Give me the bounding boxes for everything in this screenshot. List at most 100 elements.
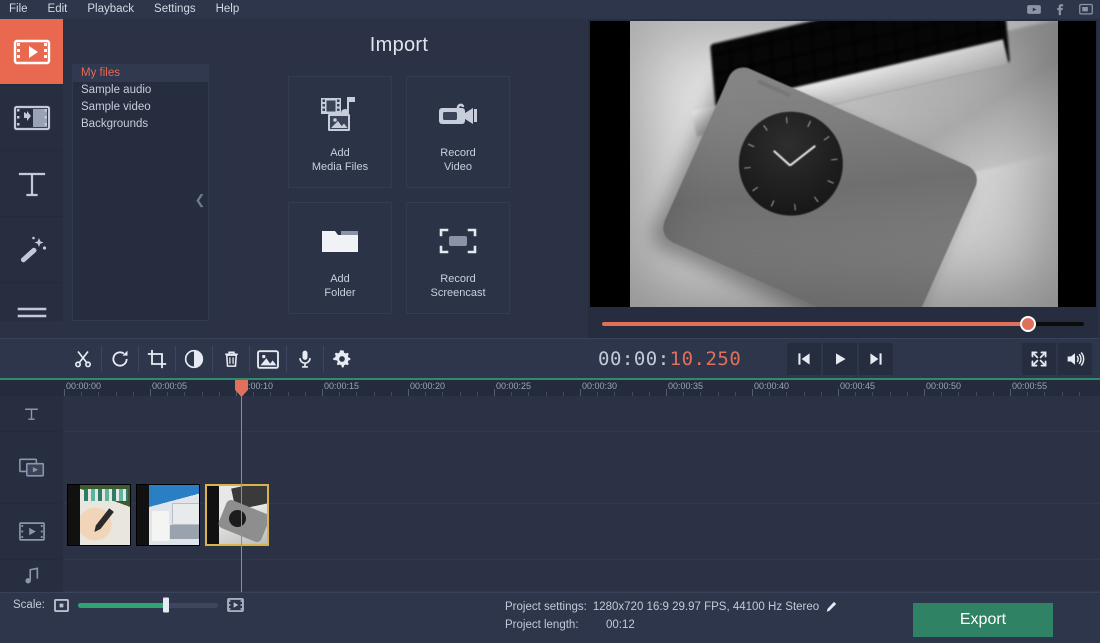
- ruler-label: 00:00:30: [582, 381, 617, 391]
- add-media-files-label: AddMedia Files: [312, 146, 368, 174]
- youtube-icon[interactable]: [1026, 2, 1042, 17]
- add-media-files-icon: [318, 90, 362, 140]
- clip-thumbnail: [149, 485, 199, 545]
- ruler-major-tick: [924, 389, 925, 396]
- zoom-out-frame-icon[interactable]: [54, 599, 69, 612]
- social-links: [1026, 2, 1094, 17]
- play-button[interactable]: [823, 343, 857, 375]
- preview-seek-bar[interactable]: [588, 309, 1098, 338]
- ruler-label: 00:00:15: [324, 381, 359, 391]
- preview-canvas[interactable]: [590, 21, 1096, 307]
- sidebar-item-titles[interactable]: [0, 151, 63, 217]
- project-length-label: Project length:: [505, 616, 600, 634]
- ruler-label: 00:00:40: [754, 381, 789, 391]
- filters-wand-icon: [15, 233, 49, 267]
- file-item-my-files[interactable]: My files: [73, 65, 208, 82]
- track-header-audio[interactable]: [0, 560, 63, 592]
- menu-settings[interactable]: Settings: [144, 0, 206, 19]
- export-button[interactable]: Export: [913, 603, 1053, 637]
- sidebar-item-import[interactable]: [0, 19, 63, 85]
- clip-properties-button[interactable]: [324, 339, 360, 379]
- record-audio-button[interactable]: [287, 339, 323, 379]
- sidebar-item-transitions[interactable]: [0, 85, 63, 151]
- seek-progress-fill: [602, 322, 1026, 326]
- track-header-overlay[interactable]: [0, 432, 63, 504]
- clip-thumbnail: [219, 486, 267, 544]
- ruler-major-tick: [580, 389, 581, 396]
- file-item-sample-video[interactable]: Sample video: [73, 99, 208, 116]
- add-folder-button[interactable]: AddFolder: [288, 202, 392, 314]
- previous-frame-icon: [796, 351, 812, 367]
- project-length-row: Project length: 00:12: [505, 616, 837, 634]
- menu-file[interactable]: File: [0, 0, 38, 19]
- microphone-icon: [296, 349, 314, 369]
- file-item-backgrounds[interactable]: Backgrounds: [73, 116, 208, 133]
- rotate-button[interactable]: [102, 339, 138, 379]
- screen-share-icon[interactable]: [1078, 2, 1094, 17]
- crop-button[interactable]: [139, 339, 175, 379]
- file-list-panel: My files Sample audio Sample video Backg…: [72, 64, 209, 321]
- add-folder-label: AddFolder: [324, 272, 355, 300]
- ruler-major-tick: [150, 389, 151, 396]
- record-video-icon: [436, 90, 480, 140]
- delete-button[interactable]: [213, 339, 249, 379]
- table-row[interactable]: [136, 484, 200, 546]
- edit-toolbar: 00:00:10.250: [0, 338, 1100, 378]
- table-row[interactable]: [67, 484, 131, 546]
- ruler-major-tick: [322, 389, 323, 396]
- seek-track[interactable]: [602, 322, 1084, 326]
- seek-handle[interactable]: [1020, 316, 1036, 332]
- preview-frame-image: [630, 21, 1058, 307]
- table-row[interactable]: [205, 484, 269, 546]
- sidebar-item-filters[interactable]: [0, 217, 63, 283]
- ruler-label: 00:00:50: [926, 381, 961, 391]
- scale-slider[interactable]: [78, 603, 218, 608]
- preview-player: [588, 19, 1098, 309]
- ruler-label: 00:00:05: [152, 381, 187, 391]
- menu-edit[interactable]: Edit: [38, 0, 78, 19]
- pan-zoom-button[interactable]: [250, 339, 286, 379]
- add-media-files-button[interactable]: AddMedia Files: [288, 76, 392, 188]
- titles-text-icon: [15, 167, 49, 201]
- scale-control: Scale:: [13, 598, 244, 612]
- timeline-ruler[interactable]: 00:00:00 00:00:05 00:00:10 00:00:15 00:0…: [0, 380, 1100, 396]
- split-scissors-icon: [73, 349, 93, 369]
- split-button[interactable]: [65, 339, 101, 379]
- color-adjust-button[interactable]: [176, 339, 212, 379]
- current-time-display: 00:00:10.250: [598, 339, 741, 379]
- track-header-video[interactable]: [0, 504, 63, 560]
- record-video-label: RecordVideo: [440, 146, 475, 174]
- track-header-titles[interactable]: [0, 396, 63, 432]
- project-settings-value: 1280x720 16:9 29.97 FPS, 44100 Hz Stereo: [593, 598, 819, 616]
- facebook-icon[interactable]: [1052, 2, 1068, 17]
- zoom-in-film-icon[interactable]: [227, 598, 244, 612]
- titles-track-icon: [23, 405, 40, 422]
- record-video-button[interactable]: RecordVideo: [406, 76, 510, 188]
- previous-frame-button[interactable]: [787, 343, 821, 375]
- menu-playback[interactable]: Playback: [77, 0, 144, 19]
- record-screencast-button[interactable]: RecordScreencast: [406, 202, 510, 314]
- file-item-sample-audio[interactable]: Sample audio: [73, 82, 208, 99]
- menu-bar: File Edit Playback Settings Help: [0, 0, 1100, 19]
- next-frame-button[interactable]: [859, 343, 893, 375]
- fullscreen-button[interactable]: [1022, 343, 1056, 375]
- project-length-value: 00:12: [606, 616, 635, 634]
- menu-help[interactable]: Help: [206, 0, 250, 19]
- scale-label: Scale:: [13, 599, 45, 611]
- volume-button[interactable]: [1058, 343, 1092, 375]
- pencil-edit-icon[interactable]: [825, 601, 837, 613]
- ruler-label: 00:00:20: [410, 381, 445, 391]
- page-title: Import: [213, 34, 585, 57]
- timeline-lane-titles[interactable]: [63, 396, 1100, 432]
- timeline-lane-audio[interactable]: [63, 560, 1100, 592]
- status-bar: Scale: Project settings: 1280x: [0, 592, 1100, 643]
- collapse-panel-chevron-icon[interactable]: ❮: [193, 180, 207, 220]
- next-frame-icon: [868, 351, 884, 367]
- import-card-grid: AddMedia Files RecordVideo: [213, 76, 585, 314]
- ruler-major-tick: [666, 389, 667, 396]
- project-settings-label: Project settings:: [505, 598, 587, 616]
- record-screencast-icon: [437, 216, 479, 266]
- video-track-icon: [19, 522, 45, 541]
- scale-slider-fill: [78, 603, 166, 608]
- scale-slider-handle[interactable]: [163, 598, 169, 613]
